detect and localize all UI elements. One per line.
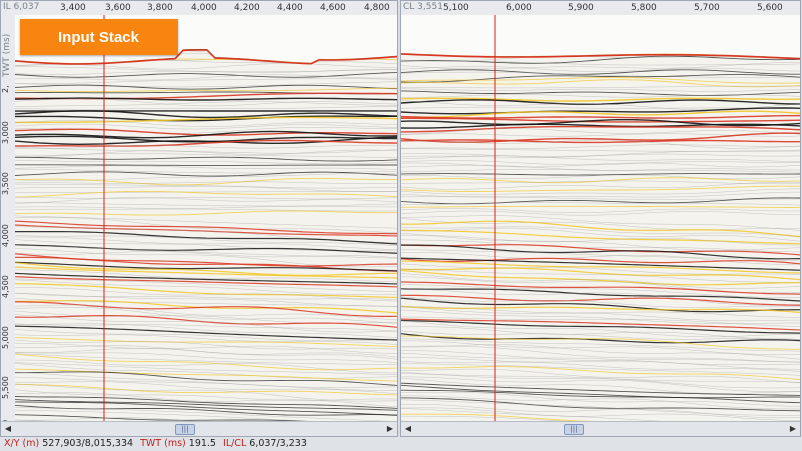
above-seafloor-region [401, 15, 800, 58]
inline-horizontal-scrollbar[interactable]: ◀ ||| ▶ [1, 421, 397, 436]
scroll-thumb[interactable]: ||| [175, 424, 195, 435]
seismic-section-crossline[interactable] [401, 15, 801, 424]
x-tick-label: 5,700 [694, 3, 720, 13]
x-tick-label: 5,100 [443, 3, 469, 13]
xy-value: 527,903/8,015,334 [42, 438, 134, 449]
x-tick-label: 3,400 [60, 3, 86, 13]
x-tick-label: 6,000 [506, 3, 532, 13]
twt-label: TWT (ms) [140, 438, 186, 449]
inline-panel[interactable]: IL 6,037 3,400 3,600 3,800 4,000 4,200 4… [0, 0, 398, 437]
xy-label: X/Y (m) [4, 438, 40, 449]
x-tick-label: 5,600 [757, 3, 783, 13]
y-tick-label: 4,000 [1, 224, 10, 247]
scroll-left-arrow-icon[interactable]: ◀ [3, 424, 13, 434]
y-axis-label: TWT (ms) [2, 33, 12, 77]
crossline-horizontal-scrollbar[interactable]: ◀ ||| ▶ [401, 421, 800, 436]
crossline-axis-title: CL 3,551 [403, 2, 443, 12]
x-tick-label: 4,800 [364, 3, 390, 13]
y-tick-label: 3,000 [1, 121, 10, 144]
scroll-left-arrow-icon[interactable]: ◀ [403, 424, 413, 434]
crossline-x-axis: CL 3,551 5,100 6,000 5,900 5,800 5,700 5… [401, 1, 800, 16]
x-tick-label: 5,900 [568, 3, 594, 13]
scroll-right-arrow-icon[interactable]: ▶ [788, 424, 798, 434]
twt-value: 191.5 [188, 438, 216, 449]
x-tick-label: 4,400 [277, 3, 303, 13]
y-tick-label: 2, [1, 85, 10, 93]
y-tick-label: 5,500 [1, 376, 10, 399]
seismic-section-inline[interactable] [15, 15, 398, 424]
inline-x-axis: IL 6,037 3,400 3,600 3,800 4,000 4,200 4… [1, 1, 397, 16]
x-tick-label: 4,000 [191, 3, 217, 13]
x-tick-label: 5,800 [631, 3, 657, 13]
scroll-thumb[interactable]: ||| [564, 424, 584, 435]
ilcl-label: IL/CL [223, 438, 247, 449]
x-tick-label: 4,200 [234, 3, 260, 13]
inline-axis-title: IL 6,037 [3, 2, 40, 12]
y-tick-label: 5,000 [1, 326, 10, 349]
x-tick-label: 4,600 [320, 3, 346, 13]
y-tick-label: 4,500 [1, 275, 10, 298]
crossline-panel[interactable]: CL 3,551 5,100 6,000 5,900 5,800 5,700 5… [400, 0, 801, 437]
x-tick-label: 3,600 [105, 3, 131, 13]
input-stack-label: Input Stack [20, 19, 178, 55]
twt-y-axis: TWT (ms) 2, 3,000 3,500 4,000 4,500 5,00… [1, 15, 16, 435]
status-bar: X/Y (m) 527,903/8,015,334 TWT (ms) 191.5… [0, 437, 802, 451]
x-tick-label: 3,800 [147, 3, 173, 13]
ilcl-value: 6,037/3,233 [249, 438, 307, 449]
scroll-right-arrow-icon[interactable]: ▶ [385, 424, 395, 434]
y-tick-label: 3,500 [1, 172, 10, 195]
